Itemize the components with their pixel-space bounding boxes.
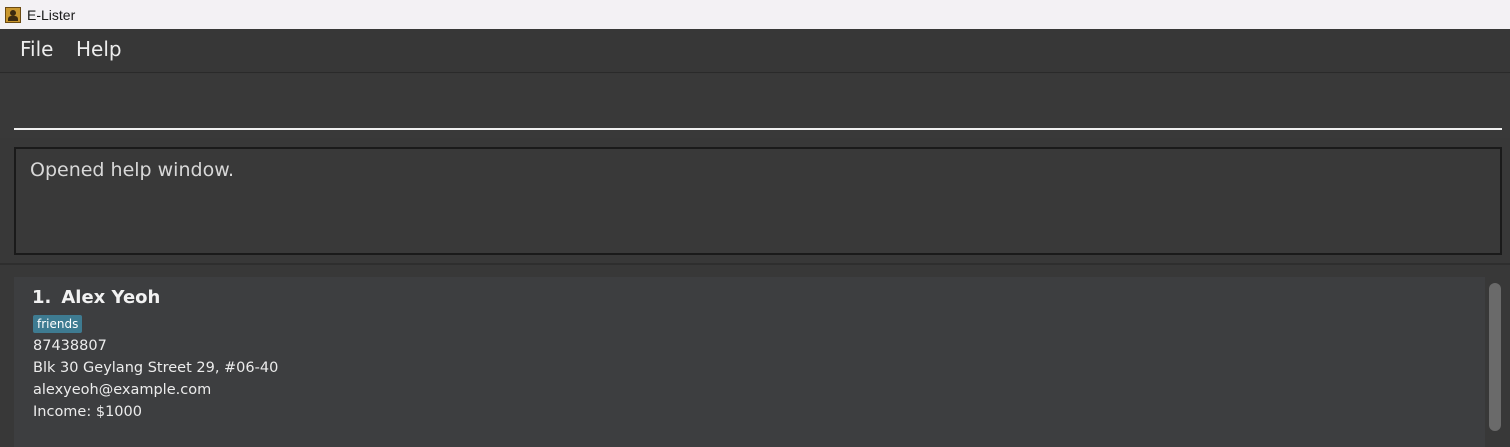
command-input[interactable] <box>14 74 1502 130</box>
tag-badge: friends <box>33 315 83 333</box>
menu-help[interactable]: Help <box>76 37 122 61</box>
window-titlebar: E-Lister <box>0 0 1510 29</box>
person-phone: 87438807 <box>33 338 107 354</box>
person-list[interactable]: 1. Alex Yeoh friends 87438807 Blk 30 Geyl… <box>0 265 1510 447</box>
window-title: E-Lister <box>27 6 76 23</box>
person-card[interactable]: 1. Alex Yeoh friends 87438807 Blk 30 Geyl… <box>14 277 1485 447</box>
command-box <box>0 74 1510 138</box>
person-name-row: 1. Alex Yeoh <box>32 287 160 308</box>
result-display: Opened help window. <box>14 147 1502 255</box>
person-name: Alex Yeoh <box>61 287 161 308</box>
person-email: alexyeoh@example.com <box>33 382 212 398</box>
menu-bar: File Help <box>0 29 1510 73</box>
person-income: Income: $1000 <box>33 404 142 420</box>
person-address: Blk 30 Geylang Street 29, #06-40 <box>33 360 279 376</box>
list-scrollbar[interactable] <box>1489 283 1501 431</box>
menu-file[interactable]: File <box>20 37 53 61</box>
person-index: 1. <box>32 287 52 308</box>
app-person-icon <box>5 6 21 23</box>
result-message: Opened help window. <box>30 159 235 181</box>
